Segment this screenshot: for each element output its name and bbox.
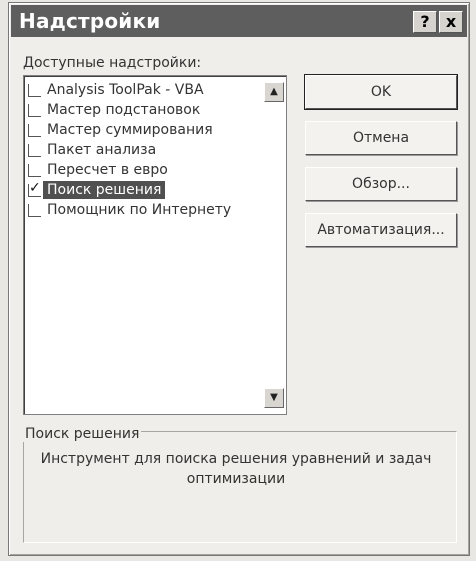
scroll-down-button[interactable]: ▼ (264, 388, 284, 408)
dialog-title: Надстройки (19, 9, 161, 33)
addins-dialog: Надстройки ? x Доступные надстройки: Ana… (8, 2, 470, 556)
scroll-up-button[interactable]: ▲ (264, 82, 284, 102)
browse-button[interactable]: Обзор... (305, 167, 457, 201)
addin-checkbox[interactable] (28, 143, 41, 157)
addin-checkbox[interactable] (28, 83, 41, 97)
addin-checkbox-checked[interactable] (28, 182, 41, 197)
addin-label: Мастер подстановок (47, 102, 201, 118)
title-bar: Надстройки ? x (11, 5, 467, 37)
addin-item-solver[interactable]: Поиск решения (28, 180, 258, 200)
addin-checkbox[interactable] (28, 163, 41, 177)
addin-item-analysis-pack[interactable]: Пакет анализа (28, 140, 258, 160)
addin-label: Поиск решения (43, 181, 166, 199)
addin-item-euro-conversion[interactable]: Пересчет в евро (28, 160, 258, 180)
ok-button[interactable]: OK (304, 74, 458, 110)
addin-item-lookup-wizard[interactable]: Мастер подстановок (28, 100, 258, 120)
addin-label: Пакет анализа (47, 142, 157, 158)
addin-checkbox[interactable] (28, 203, 41, 217)
addin-label: Пересчет в евро (47, 162, 168, 178)
help-button[interactable]: ? (413, 11, 437, 33)
addin-item-internet-assistant[interactable]: Помощник по Интернету (28, 200, 258, 220)
close-button[interactable]: x (439, 11, 463, 33)
description-title: Поиск решения (23, 426, 142, 442)
addin-checkbox[interactable] (28, 123, 41, 137)
addin-item-analysis-toolpak-vba[interactable]: Analysis ToolPak - VBA (28, 80, 258, 100)
automation-button[interactable]: Автоматизация... (305, 213, 457, 247)
available-addins-label: Доступные надстройки: (23, 55, 202, 71)
description-text: Инструмент для поиска решения уравнений … (40, 451, 432, 487)
addin-item-sum-wizard[interactable]: Мастер суммирования (28, 120, 258, 140)
addins-listbox[interactable]: Analysis ToolPak - VBA Мастер подстаново… (23, 75, 287, 415)
cancel-button[interactable]: Отмена (305, 121, 457, 155)
addin-label: Помощник по Интернету (47, 202, 232, 218)
addin-label: Мастер суммирования (47, 122, 213, 138)
addin-label: Analysis ToolPak - VBA (47, 82, 204, 98)
addin-checkbox[interactable] (28, 103, 41, 117)
